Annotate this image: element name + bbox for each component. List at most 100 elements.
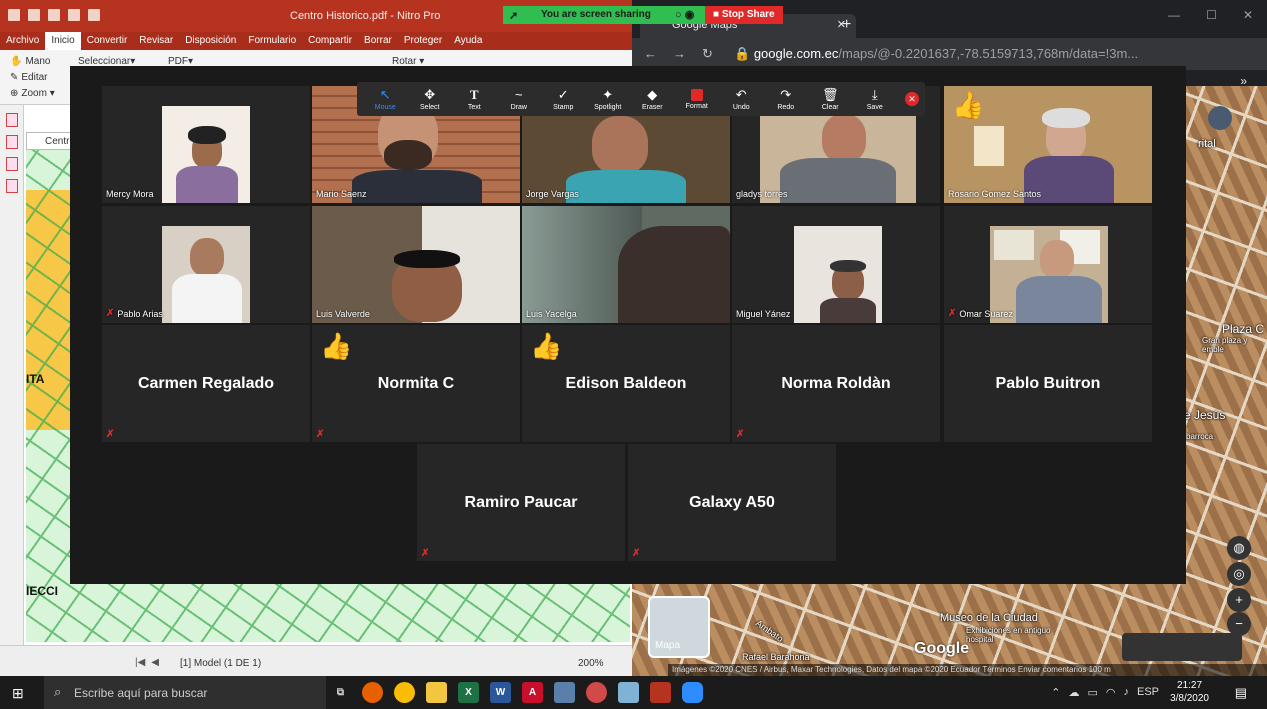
zoom-tool[interactable]: ⊕ Zoom ▾ xyxy=(10,88,55,99)
redo-tool-button[interactable]: ↷ Redo xyxy=(764,82,809,116)
first-page-icon[interactable]: |◀ xyxy=(135,657,145,668)
map-layers-strip[interactable] xyxy=(1122,633,1242,661)
back-icon[interactable]: ← xyxy=(644,46,657,62)
menu-borrar[interactable]: Borrar xyxy=(358,32,398,50)
firefox-icon[interactable] xyxy=(362,682,383,703)
clear-tool-button[interactable]: 🗑 Clear xyxy=(808,82,853,116)
calculator-icon[interactable] xyxy=(554,682,575,703)
url-field[interactable]: 🔒 google.com.ec/maps/@-0.2201637,-78.515… xyxy=(734,46,1138,62)
menu-formulario[interactable]: Formulario xyxy=(242,32,302,50)
text-tool-button[interactable]: T Text xyxy=(452,82,497,116)
edit-tool[interactable]: ✎ Editar xyxy=(10,72,48,83)
close-annotation-icon[interactable]: ✕ xyxy=(905,92,919,106)
participant-tile[interactable]: ✗ Omar Suarez xyxy=(944,206,1152,323)
battery-icon[interactable]: ▭ xyxy=(1087,686,1097,699)
participant-name-text: Luis Valverde xyxy=(316,309,370,319)
minimize-icon[interactable]: — xyxy=(1168,8,1180,22)
wifi-icon[interactable]: ◠ xyxy=(1106,686,1116,699)
chrome-icon[interactable] xyxy=(394,682,415,703)
participant-tile[interactable]: 👍 Normita C ✗ xyxy=(312,325,520,442)
notification-icon[interactable]: ▤ xyxy=(1235,685,1247,701)
stamp-tool-button[interactable]: ✓ Stamp xyxy=(541,82,586,116)
draw-tool-button[interactable]: ~ Draw xyxy=(497,82,542,116)
globe-icon[interactable]: ◍ xyxy=(1227,536,1251,560)
menu-proteger[interactable]: Proteger xyxy=(398,32,448,50)
volume-icon[interactable]: ♪ xyxy=(1123,686,1129,699)
excel-icon[interactable]: X xyxy=(458,682,479,703)
map-label-plaza: Plaza C xyxy=(1222,322,1265,336)
close-window-icon[interactable]: ✕ xyxy=(1243,8,1253,22)
participant-tile[interactable]: Mercy Mora xyxy=(102,86,310,203)
participant-name: Miguel Yánez xyxy=(736,309,790,319)
new-tab-button[interactable]: + xyxy=(842,16,851,34)
participant-tile[interactable]: Ramiro Paucar ✗ xyxy=(417,444,625,561)
menu-archivo[interactable]: Archivo xyxy=(0,32,45,50)
prev-page-icon[interactable]: ◀ xyxy=(151,657,159,668)
participant-name-text: Pablo Arias xyxy=(117,308,163,319)
pages-icon[interactable] xyxy=(5,113,18,127)
participant-tile[interactable]: Norma Roldàn ✗ xyxy=(732,325,940,442)
map-label-museo[interactable]: Museo de la Ciudad xyxy=(940,612,1038,624)
hand-tool[interactable]: ✋ Mano xyxy=(10,56,50,67)
undo-tool-button[interactable]: ↶ Undo xyxy=(719,82,764,116)
system-tray: ⌃ ☁ ▭ ◠ ♪ ESP xyxy=(1051,686,1159,699)
nitro-menubar: Archivo Inicio Convertir Revisar Disposi… xyxy=(0,32,632,50)
participant-tile[interactable]: ✗ Pablo Arias xyxy=(102,206,310,323)
zoom-level[interactable]: 200% xyxy=(578,658,604,669)
map-type-toggle[interactable]: Mapa xyxy=(648,596,710,658)
windows-start-icon[interactable]: ⊞ xyxy=(12,685,24,702)
share-options-icon[interactable]: ○ ◉ xyxy=(675,8,694,21)
format-tool-button[interactable]: Format xyxy=(675,82,720,116)
acrobat-icon[interactable]: A xyxy=(522,682,543,703)
quick-access-toolbar[interactable] xyxy=(8,9,100,21)
menu-convertir[interactable]: Convertir xyxy=(81,32,134,50)
participant-name: Carmen Regalado xyxy=(137,375,275,392)
file-explorer-icon[interactable] xyxy=(426,682,447,703)
menu-compartir[interactable]: Compartir xyxy=(302,32,358,50)
forward-icon[interactable]: → xyxy=(673,46,686,62)
layers-icon[interactable] xyxy=(5,157,18,171)
nitro-pro-icon[interactable] xyxy=(650,682,671,703)
participant-name: Pablo Buitron xyxy=(995,375,1101,392)
text-icon: T xyxy=(469,86,479,102)
language-indicator[interactable]: ESP xyxy=(1137,686,1159,699)
participant-tile[interactable]: Miguel Yánez xyxy=(732,206,940,323)
participant-tile[interactable]: Pablo Buitron xyxy=(944,325,1152,442)
participant-tile[interactable]: 👍 Rosario Gomez Santos xyxy=(944,86,1152,203)
menu-disposicion[interactable]: Disposición xyxy=(179,32,242,50)
menu-ayuda[interactable]: Ayuda xyxy=(448,32,488,50)
participant-tile[interactable]: 👍 Edison Baldeon xyxy=(522,325,730,442)
tray-chevron-icon[interactable]: ⌃ xyxy=(1051,686,1060,699)
screen-sharing-indicator[interactable]: ➚ You are screen sharing ○ ◉ xyxy=(503,6,705,24)
participant-tile[interactable]: Carmen Regalado ✗ xyxy=(102,325,310,442)
save-tool-button[interactable]: ⤓ Save xyxy=(853,82,898,116)
menu-revisar[interactable]: Revisar xyxy=(133,32,179,50)
attachments-icon[interactable] xyxy=(5,179,18,193)
taskbar-search-placeholder: Escribe aquí para buscar xyxy=(74,686,208,700)
menu-inicio[interactable]: Inicio xyxy=(45,32,81,50)
select-tool-button[interactable]: ✥ Select xyxy=(408,82,453,116)
paint-icon[interactable] xyxy=(586,682,607,703)
cloud-icon[interactable]: ☁ xyxy=(1068,686,1079,699)
mouse-tool-button[interactable]: ↖ Mouse xyxy=(363,82,408,116)
maximize-icon[interactable]: ☐ xyxy=(1206,8,1217,22)
eraser-tool-button[interactable]: ◆ Eraser xyxy=(630,82,675,116)
muted-mic-icon: ✗ xyxy=(316,429,325,440)
snipping-tool-icon[interactable] xyxy=(618,682,639,703)
spotlight-tool-button[interactable]: ✦ Spotlight xyxy=(586,82,631,116)
participant-tile[interactable]: Luis Valverde xyxy=(312,206,520,323)
zoom-in-button[interactable]: + xyxy=(1227,588,1251,612)
taskbar-clock[interactable]: 21:27 3/8/2020 xyxy=(1170,679,1209,705)
zoom-app-icon[interactable] xyxy=(682,682,703,703)
stop-share-button[interactable]: ■ Stop Share xyxy=(705,6,783,24)
bookmarks-icon[interactable] xyxy=(5,135,18,149)
page-nav-buttons[interactable]: |◀ ◀ xyxy=(135,657,159,668)
word-icon[interactable]: W xyxy=(490,682,511,703)
user-avatar[interactable] xyxy=(1208,106,1232,130)
participant-tile[interactable]: Luis Yacelga xyxy=(522,206,730,323)
participant-tile[interactable]: Galaxy A50 ✗ xyxy=(628,444,836,561)
my-location-icon[interactable]: ◎ xyxy=(1227,562,1251,586)
task-view-icon[interactable]: ⧉ xyxy=(330,682,351,703)
reload-icon[interactable]: ↻ xyxy=(702,46,713,62)
taskbar-search-box[interactable]: ⌕ Escribe aquí para buscar xyxy=(44,676,326,709)
